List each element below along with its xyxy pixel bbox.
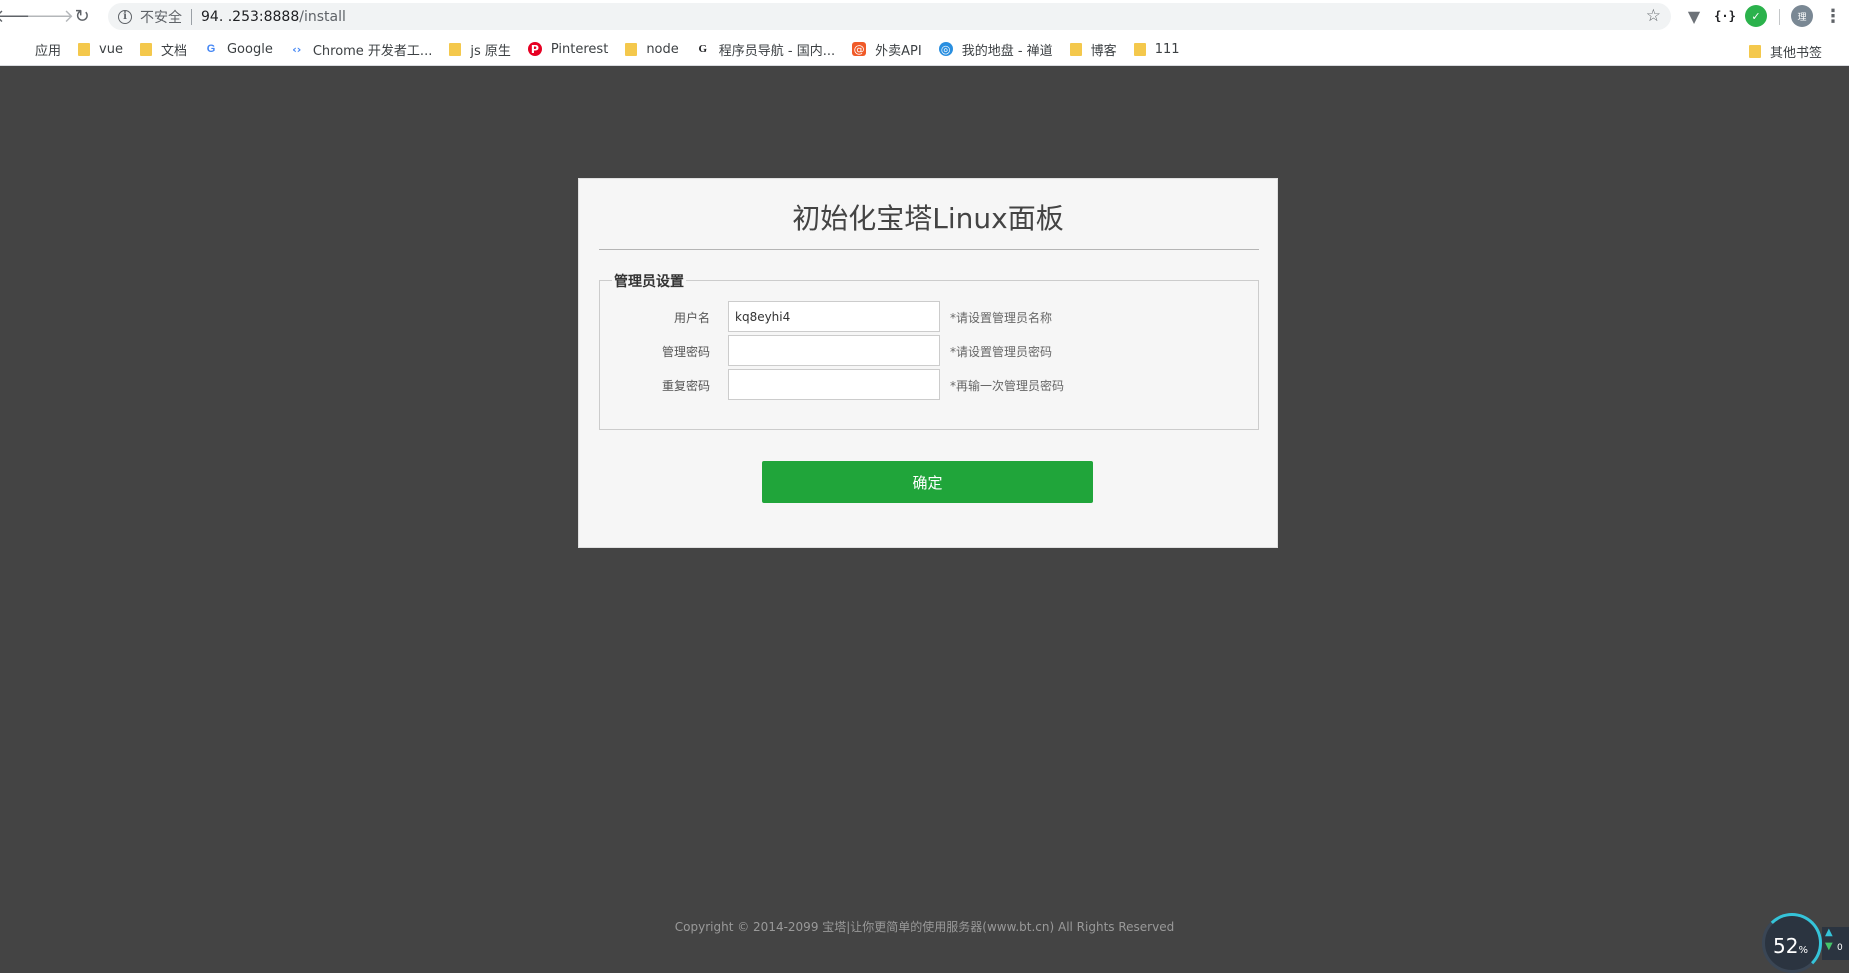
folder-icon: [139, 42, 152, 56]
download-arrow-icon: ▼: [1825, 941, 1833, 952]
bookmark-google[interactable]: G Google: [204, 42, 273, 57]
vue-devtools-icon[interactable]: ▼: [1683, 5, 1705, 27]
password-hint: *请设置管理员密码: [950, 345, 1053, 359]
bookmark-chrome-dev[interactable]: ‹› Chrome 开发者工...: [290, 40, 433, 59]
red-app-icon: @: [852, 42, 867, 56]
password-row: 管理密码 *请设置管理员密码: [600, 335, 1260, 366]
bookmark-label: 其他书签: [1769, 46, 1822, 61]
upload-arrow-icon: ▲: [1825, 927, 1833, 938]
bookmark-takeout-api[interactable]: @ 外卖API: [852, 40, 922, 59]
confirm-button[interactable]: 确定: [762, 461, 1093, 503]
repeat-password-hint: *再输一次管理员密码: [950, 379, 1065, 393]
bookmark-label: Chrome 开发者工...: [312, 43, 433, 59]
fieldset-legend: 管理员设置: [612, 271, 686, 291]
url-host: 94. .253:8888: [201, 8, 300, 25]
folder-icon: [449, 42, 462, 56]
bookmark-label: 应用: [35, 43, 62, 59]
bookmark-node[interactable]: node: [625, 41, 679, 57]
username-input[interactable]: [728, 301, 940, 332]
browser-toolbar: 🡐 🡒 ↻ i 不安全 94. .253:8888/install ☆ ▼ {·…: [0, 0, 1849, 33]
bookmark-docs[interactable]: 文档: [139, 40, 187, 59]
bookmark-pinterest[interactable]: P Pinterest: [527, 41, 609, 57]
apps-grid-icon: [12, 42, 26, 56]
password-label: 管理密码: [661, 345, 710, 359]
bookmark-label: 111: [1154, 41, 1180, 57]
bookmark-label: 博客: [1090, 43, 1117, 59]
speed-arrows: ▲ ▼ 0: [1822, 927, 1849, 960]
bookmark-label: vue: [99, 41, 123, 57]
info-icon[interactable]: i: [118, 9, 132, 24]
folder-icon: [1748, 45, 1761, 58]
chrome-dev-icon: ‹›: [292, 42, 302, 56]
bookmark-label: Pinterest: [550, 41, 609, 57]
bookmark-label: 我的地盘 - 禅道: [961, 43, 1053, 59]
bookmarks-bar: 应用 vue 文档 G Google ‹› Chrome 开发者工... js …: [0, 33, 1849, 66]
bookmark-js[interactable]: js 原生: [449, 40, 511, 59]
json-viewer-icon[interactable]: {·}: [1714, 5, 1736, 27]
copyright-footer: Copyright © 2014-2099 宝塔|让你更简单的使用服务器(www…: [674, 920, 1175, 934]
bookmark-label: js 原生: [470, 43, 511, 59]
kebab-menu-icon[interactable]: ⋮: [1822, 5, 1844, 27]
password-input[interactable]: [728, 335, 940, 366]
address-divider: [191, 8, 192, 25]
bookmark-label: 外卖API: [875, 43, 922, 59]
speed-widget[interactable]: 52%: [1762, 913, 1822, 973]
reload-button[interactable]: ↻: [68, 3, 96, 31]
bookmark-label: 文档: [160, 43, 187, 59]
admin-settings-fieldset: 管理员设置 用户名 *请设置管理员名称 管理密码 *请设置管理员密码 重复密码 …: [599, 271, 1260, 430]
profile-avatar[interactable]: 理: [1791, 5, 1813, 27]
bookmark-label: 程序员导航 - 国内...: [718, 43, 836, 59]
forward-button[interactable]: 🡒: [26, 3, 74, 31]
folder-icon: [78, 42, 91, 56]
username-hint: *请设置管理员名称: [950, 311, 1053, 325]
title-divider: [599, 249, 1259, 250]
download-count: 0: [1837, 943, 1843, 953]
repeat-password-row: 重复密码 *再输一次管理员密码: [600, 369, 1260, 400]
security-label: 不安全: [140, 9, 182, 26]
folder-icon: [625, 42, 638, 56]
zentao-icon: ◎: [938, 42, 953, 56]
address-bar[interactable]: i 不安全 94. .253:8888/install ☆: [108, 3, 1671, 30]
bookmark-label: node: [646, 41, 679, 57]
speed-percent: 52%: [1773, 934, 1808, 958]
bookmark-star-icon[interactable]: ☆: [1646, 6, 1661, 26]
url-path: /install: [299, 8, 346, 25]
google-icon: G: [206, 43, 216, 55]
bookmark-vue[interactable]: vue: [78, 42, 123, 57]
pinterest-icon: P: [527, 42, 542, 56]
bookmark-apps[interactable]: 应用: [12, 40, 61, 59]
folder-icon: [1133, 42, 1146, 56]
folder-icon: [1069, 42, 1082, 56]
g-site-icon: G: [698, 43, 708, 55]
username-label: 用户名: [673, 311, 710, 325]
speed-percent-unit: %: [1798, 945, 1808, 956]
repeat-password-label: 重复密码: [661, 379, 710, 393]
bookmark-dev-nav[interactable]: G 程序员导航 - 国内...: [696, 40, 835, 59]
bookmark-111[interactable]: 111: [1133, 41, 1180, 57]
page-title: 初始化宝塔Linux面板: [792, 202, 1064, 235]
page-body: 初始化宝塔Linux面板 管理员设置 用户名 *请设置管理员名称 管理密码 *请…: [0, 67, 1849, 960]
bookmark-other[interactable]: 其他书签: [1748, 42, 1822, 61]
bookmark-zentao[interactable]: ◎ 我的地盘 - 禅道: [938, 40, 1053, 59]
green-extension-icon[interactable]: ✓: [1745, 5, 1767, 27]
username-row: 用户名 *请设置管理员名称: [600, 301, 1260, 332]
speed-percent-value: 52: [1773, 934, 1799, 958]
bookmark-label: Google: [226, 41, 273, 57]
bookmark-blog[interactable]: 博客: [1069, 40, 1117, 59]
toolbar-divider: [1779, 9, 1780, 25]
install-card: 初始化宝塔Linux面板 管理员设置 用户名 *请设置管理员名称 管理密码 *请…: [578, 178, 1278, 548]
repeat-password-input[interactable]: [728, 369, 940, 400]
